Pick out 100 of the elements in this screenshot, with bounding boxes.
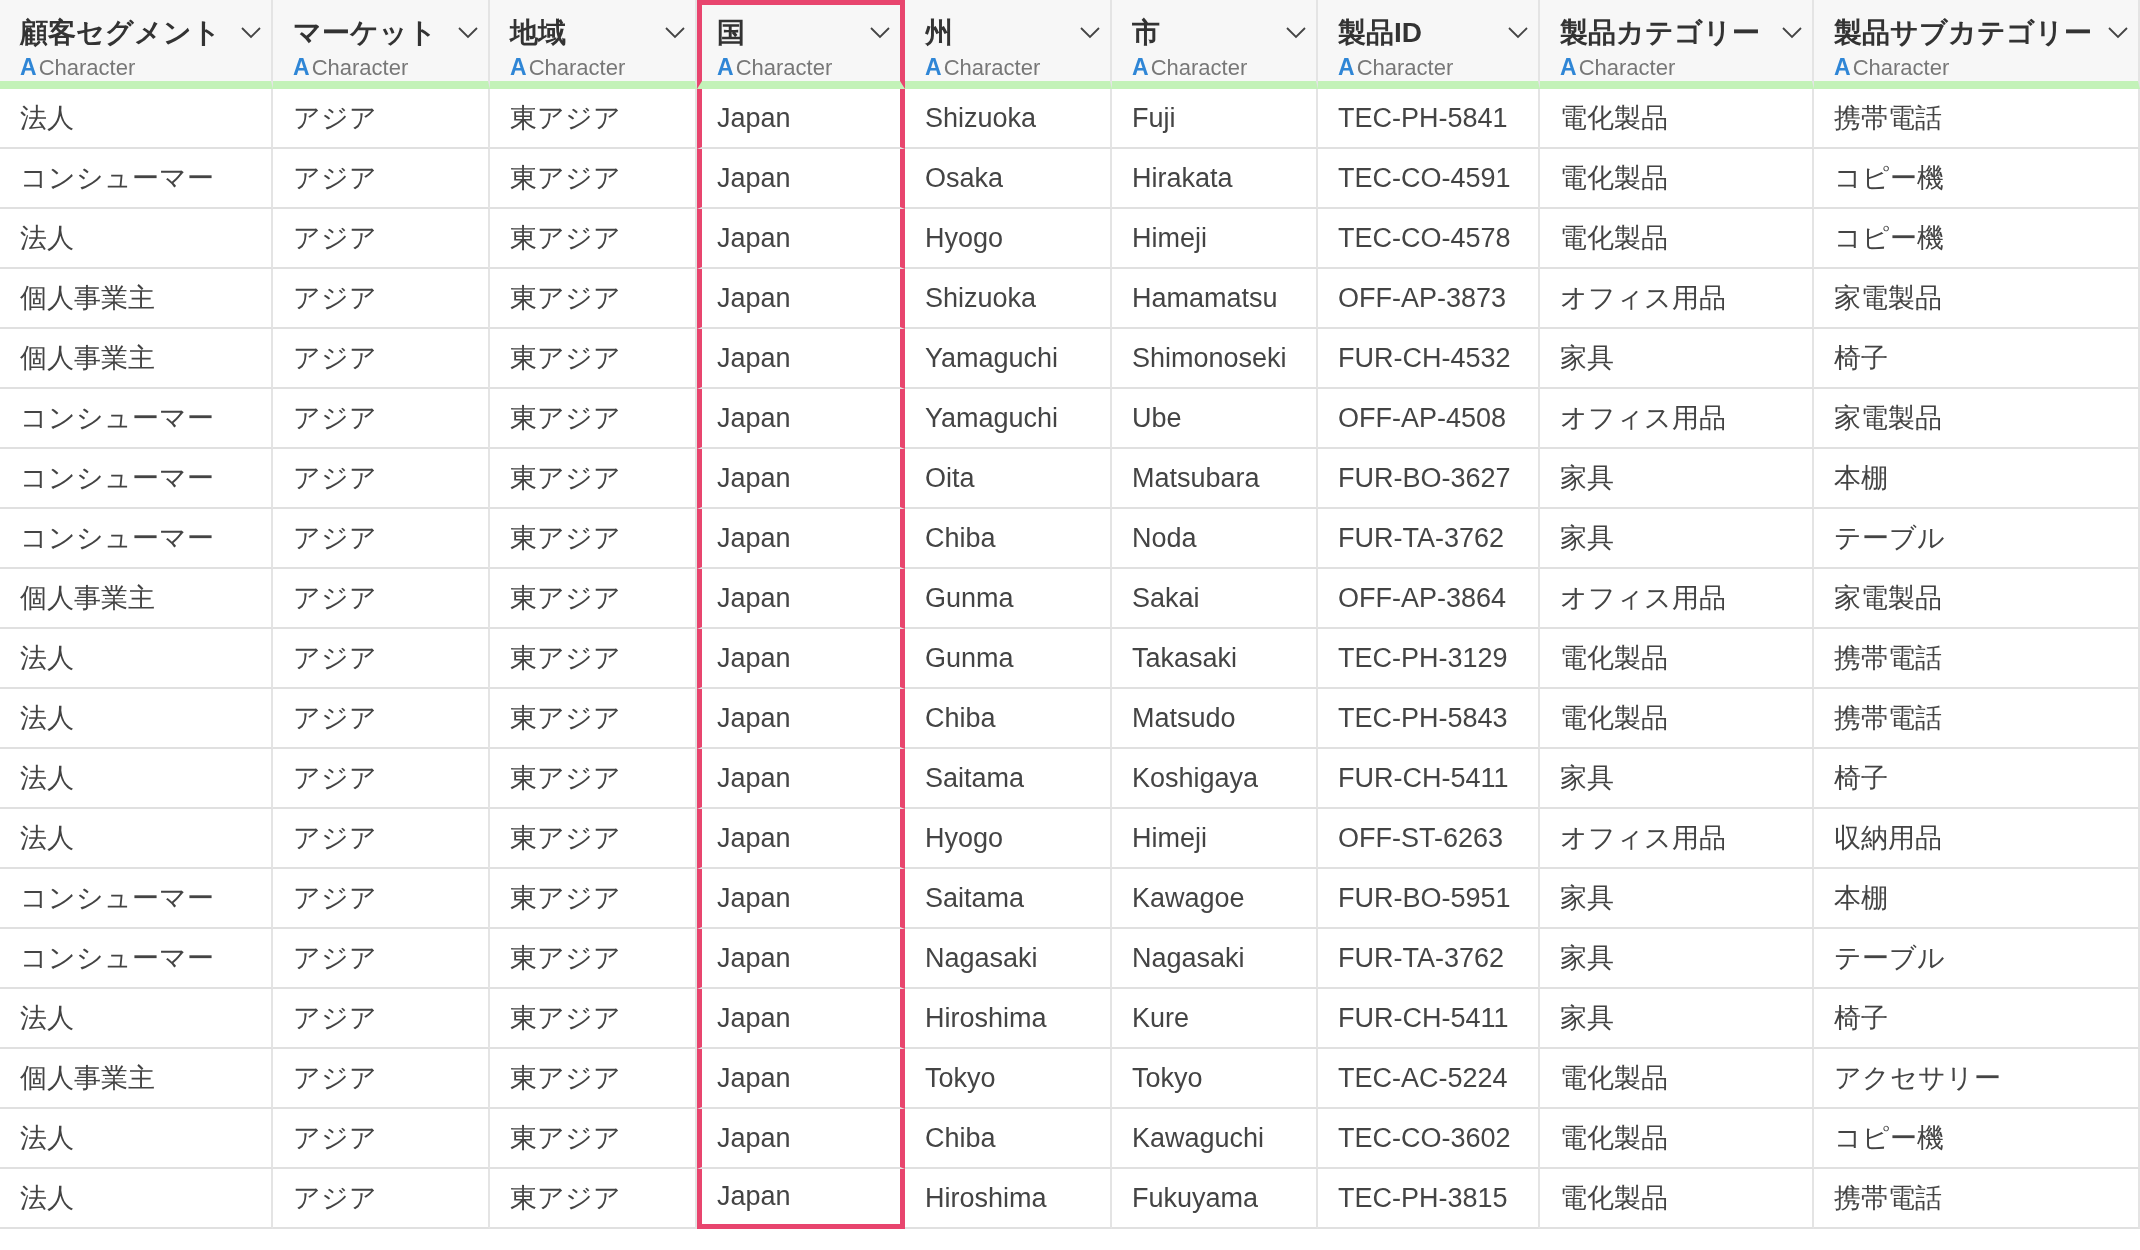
table-cell: 東アジア — [490, 929, 697, 989]
table-cell: アジア — [273, 1169, 490, 1229]
type-icon: A — [1338, 54, 1355, 81]
table-cell: FUR-BO-5951 — [1318, 869, 1540, 929]
table-cell: アジア — [273, 1109, 490, 1169]
table-cell: Japan — [697, 689, 905, 749]
column-title: 地域 — [510, 16, 566, 50]
column-type: Character — [311, 55, 409, 81]
table-cell: TEC-CO-4578 — [1318, 209, 1540, 269]
table-cell: アジア — [273, 389, 490, 449]
table-cell: Ube — [1112, 389, 1318, 449]
table-cell: Hyogo — [905, 809, 1112, 869]
table-cell: コンシューマー — [0, 869, 273, 929]
table-cell: 個人事業主 — [0, 1049, 273, 1109]
table-cell: 携帯電話 — [1814, 629, 2140, 689]
table-cell: 電化製品 — [1540, 1109, 1814, 1169]
table-cell: 家具 — [1540, 749, 1814, 809]
table-cell: TEC-PH-5843 — [1318, 689, 1540, 749]
table-cell: OFF-AP-3864 — [1318, 569, 1540, 629]
table-cell: 東アジア — [490, 449, 697, 509]
table-cell: 法人 — [0, 809, 273, 869]
table-cell: コピー機 — [1814, 209, 2140, 269]
table-cell: 家電製品 — [1814, 269, 2140, 329]
chevron-down-icon[interactable] — [2108, 27, 2128, 39]
table-cell: Gunma — [905, 569, 1112, 629]
column-header[interactable]: 製品ID ACharacter — [1318, 0, 1540, 89]
table-cell: テーブル — [1814, 509, 2140, 569]
table-cell: 携帯電話 — [1814, 89, 2140, 149]
column-title: 顧客セグメント — [20, 16, 221, 50]
table-cell: Hyogo — [905, 209, 1112, 269]
chevron-down-icon[interactable] — [241, 27, 261, 39]
type-icon: A — [1560, 54, 1577, 81]
table-cell: オフィス用品 — [1540, 569, 1814, 629]
table-cell: Shizuoka — [905, 89, 1112, 149]
column-header[interactable]: 国 ACharacter — [697, 0, 905, 89]
table-cell: Japan — [697, 869, 905, 929]
table-cell: コンシューマー — [0, 509, 273, 569]
table-cell: 東アジア — [490, 209, 697, 269]
column-header[interactable]: マーケット ACharacter — [273, 0, 490, 89]
column-type: Character — [38, 55, 136, 81]
table-cell: 本棚 — [1814, 869, 2140, 929]
table-cell: 携帯電話 — [1814, 1169, 2140, 1229]
table-cell: Fuji — [1112, 89, 1318, 149]
table-cell: コンシューマー — [0, 449, 273, 509]
column-header[interactable]: 市 ACharacter — [1112, 0, 1318, 89]
table-cell: OFF-AP-3873 — [1318, 269, 1540, 329]
table-cell: 電化製品 — [1540, 149, 1814, 209]
type-icon: A — [925, 54, 942, 81]
table-cell: 東アジア — [490, 809, 697, 869]
table-cell: 椅子 — [1814, 329, 2140, 389]
type-icon: A — [717, 54, 734, 81]
table-cell: Hamamatsu — [1112, 269, 1318, 329]
table-cell: Japan — [697, 1049, 905, 1109]
column-title: 製品ID — [1338, 16, 1422, 50]
column-type: Character — [1578, 55, 1676, 81]
chevron-down-icon[interactable] — [665, 27, 685, 39]
table-cell: Chiba — [905, 689, 1112, 749]
table-cell: 携帯電話 — [1814, 689, 2140, 749]
table-cell: コンシューマー — [0, 389, 273, 449]
table-cell: TEC-CO-4591 — [1318, 149, 1540, 209]
table-cell: Hirakata — [1112, 149, 1318, 209]
table-cell: Osaka — [905, 149, 1112, 209]
table-cell: アジア — [273, 869, 490, 929]
table-cell: 電化製品 — [1540, 629, 1814, 689]
chevron-down-icon[interactable] — [458, 27, 478, 39]
table-cell: アジア — [273, 449, 490, 509]
table-cell: 法人 — [0, 989, 273, 1049]
column-header[interactable]: 顧客セグメント ACharacter — [0, 0, 273, 89]
table-cell: Japan — [697, 329, 905, 389]
table-cell: Saitama — [905, 869, 1112, 929]
column-type: Character — [943, 55, 1041, 81]
table-cell: 個人事業主 — [0, 329, 273, 389]
table-cell: TEC-PH-3815 — [1318, 1169, 1540, 1229]
table-cell: アジア — [273, 509, 490, 569]
table-cell: アクセサリー — [1814, 1049, 2140, 1109]
chevron-down-icon[interactable] — [1508, 27, 1528, 39]
table-cell: オフィス用品 — [1540, 389, 1814, 449]
column-header[interactable]: 製品サブカテゴリー ACharacter — [1814, 0, 2140, 89]
table-cell: FUR-TA-3762 — [1318, 509, 1540, 569]
column-header[interactable]: 製品カテゴリー ACharacter — [1540, 0, 1814, 89]
table-cell: Hiroshima — [905, 1169, 1112, 1229]
chevron-down-icon[interactable] — [1782, 27, 1802, 39]
table-cell: TEC-PH-3129 — [1318, 629, 1540, 689]
table-cell: Himeji — [1112, 209, 1318, 269]
chevron-down-icon[interactable] — [1286, 27, 1306, 39]
table-cell: コピー機 — [1814, 149, 2140, 209]
table-cell: アジア — [273, 929, 490, 989]
table-cell: Chiba — [905, 509, 1112, 569]
column-header[interactable]: 地域 ACharacter — [490, 0, 697, 89]
table-cell: Tokyo — [1112, 1049, 1318, 1109]
chevron-down-icon[interactable] — [870, 27, 890, 39]
table-cell: Japan — [697, 749, 905, 809]
table-cell: コンシューマー — [0, 929, 273, 989]
column-header[interactable]: 州 ACharacter — [905, 0, 1112, 89]
table-cell: 椅子 — [1814, 989, 2140, 1049]
table-cell: Japan — [697, 269, 905, 329]
table-cell: 家電製品 — [1814, 569, 2140, 629]
table-cell: 東アジア — [490, 389, 697, 449]
type-icon: A — [1132, 54, 1149, 81]
chevron-down-icon[interactable] — [1080, 27, 1100, 39]
